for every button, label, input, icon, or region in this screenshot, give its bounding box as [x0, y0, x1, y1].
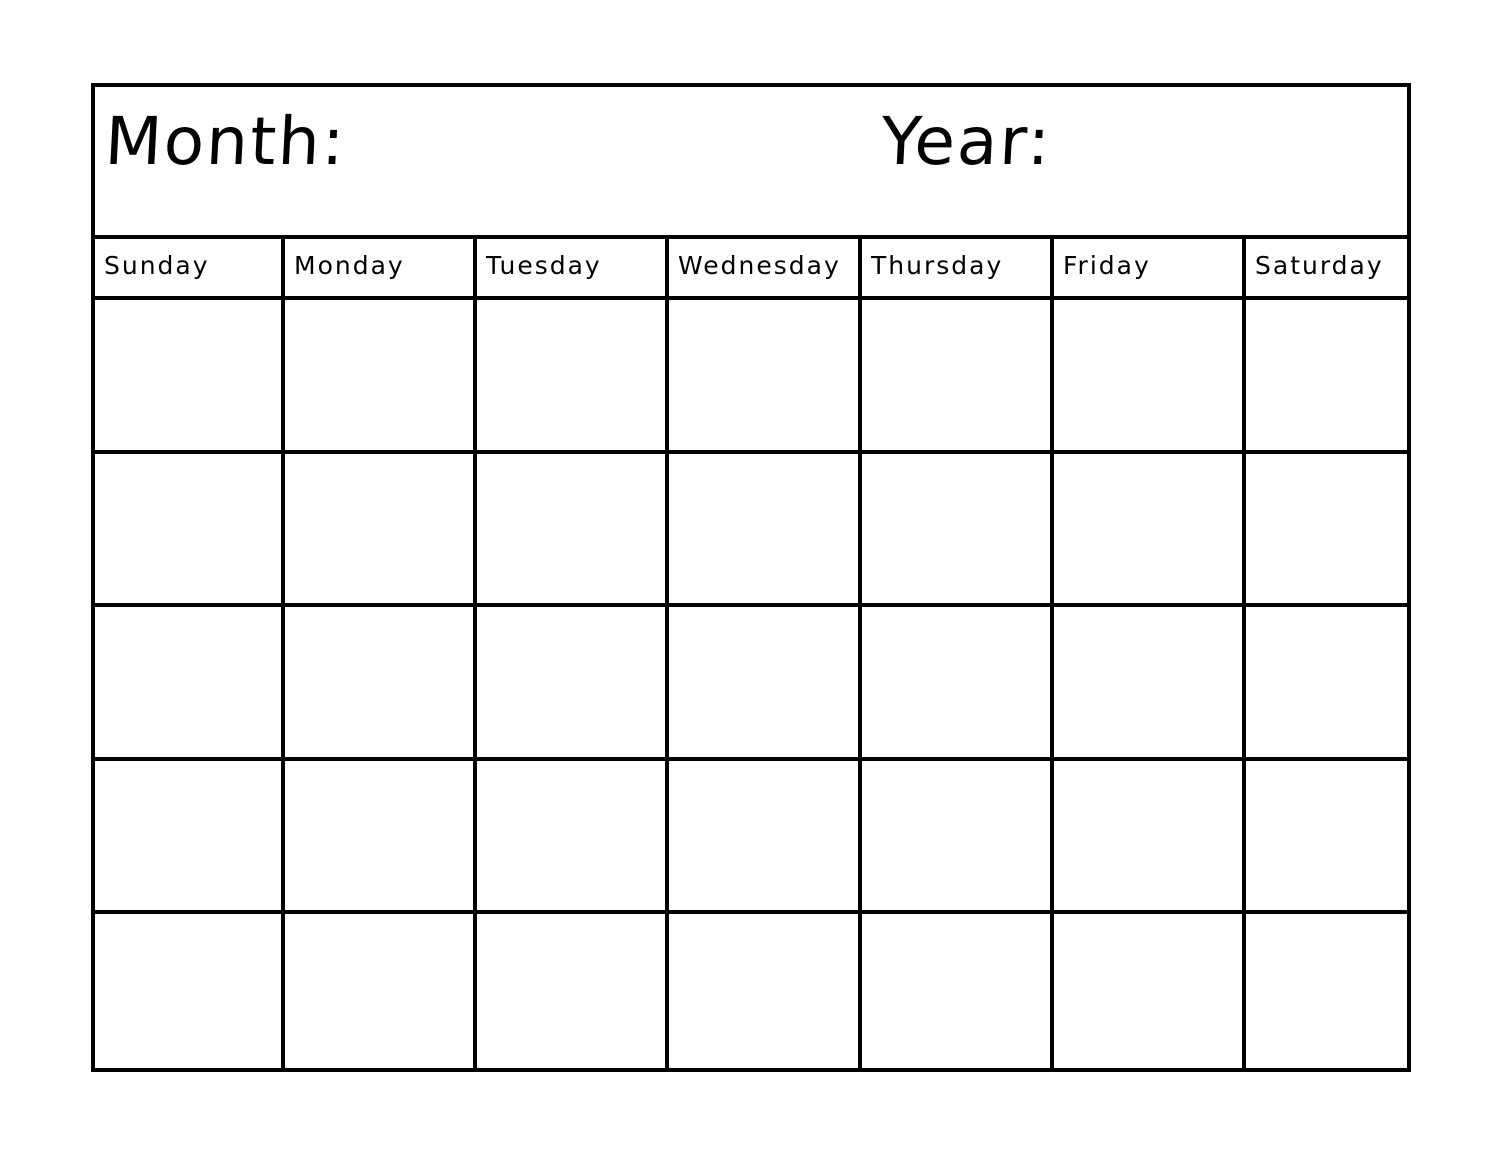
day-cell — [285, 760, 477, 911]
day-cell — [669, 607, 862, 757]
week-row — [95, 914, 1407, 1068]
day-cell — [1054, 607, 1246, 757]
calendar-header: Month: Year: — [95, 87, 1407, 239]
day-cell — [1054, 300, 1246, 450]
day-cell — [1246, 607, 1407, 757]
day-cell — [95, 760, 285, 911]
day-cell — [477, 607, 669, 757]
weeks-container — [95, 300, 1407, 1068]
day-cell — [1246, 914, 1407, 1068]
weekday-header-row: Sunday Monday Tuesday Wednesday Thursday… — [95, 239, 1407, 300]
day-cell — [285, 914, 477, 1068]
weekday-monday: Monday — [285, 239, 477, 296]
day-cell — [285, 300, 477, 450]
day-cell — [477, 300, 669, 450]
day-cell — [669, 914, 862, 1068]
day-cell — [1054, 914, 1246, 1068]
day-cell — [862, 300, 1054, 450]
day-cell — [669, 453, 862, 604]
day-cell — [669, 760, 862, 911]
day-cell — [669, 300, 862, 450]
weekday-tuesday: Tuesday — [477, 239, 669, 296]
weekday-sunday: Sunday — [95, 239, 285, 296]
day-cell — [1246, 300, 1407, 450]
day-cell — [285, 607, 477, 757]
day-cell — [862, 914, 1054, 1068]
day-cell — [862, 453, 1054, 604]
day-cell — [95, 300, 285, 450]
week-row — [95, 300, 1407, 454]
day-cell — [477, 914, 669, 1068]
calendar-grid: Month: Year: Sunday Monday Tuesday Wedne… — [91, 83, 1411, 1072]
day-cell — [862, 607, 1054, 757]
day-cell — [95, 914, 285, 1068]
day-cell — [95, 607, 285, 757]
day-cell — [1246, 761, 1407, 911]
weekday-wednesday: Wednesday — [669, 239, 862, 296]
week-row — [95, 453, 1407, 608]
day-cell — [1054, 760, 1246, 911]
weekday-thursday: Thursday — [862, 239, 1054, 296]
week-row — [95, 607, 1407, 761]
day-cell — [477, 760, 669, 911]
day-cell — [95, 453, 285, 604]
day-cell — [862, 760, 1054, 911]
day-cell — [477, 453, 669, 604]
month-label: Month: — [103, 103, 349, 180]
year-label: Year: — [879, 103, 1054, 180]
day-cell — [1246, 454, 1407, 604]
day-cell — [285, 453, 477, 604]
day-cell — [1054, 453, 1246, 604]
week-row — [95, 760, 1407, 915]
weekday-friday: Friday — [1054, 239, 1246, 296]
weekday-saturday: Saturday — [1255, 251, 1384, 280]
